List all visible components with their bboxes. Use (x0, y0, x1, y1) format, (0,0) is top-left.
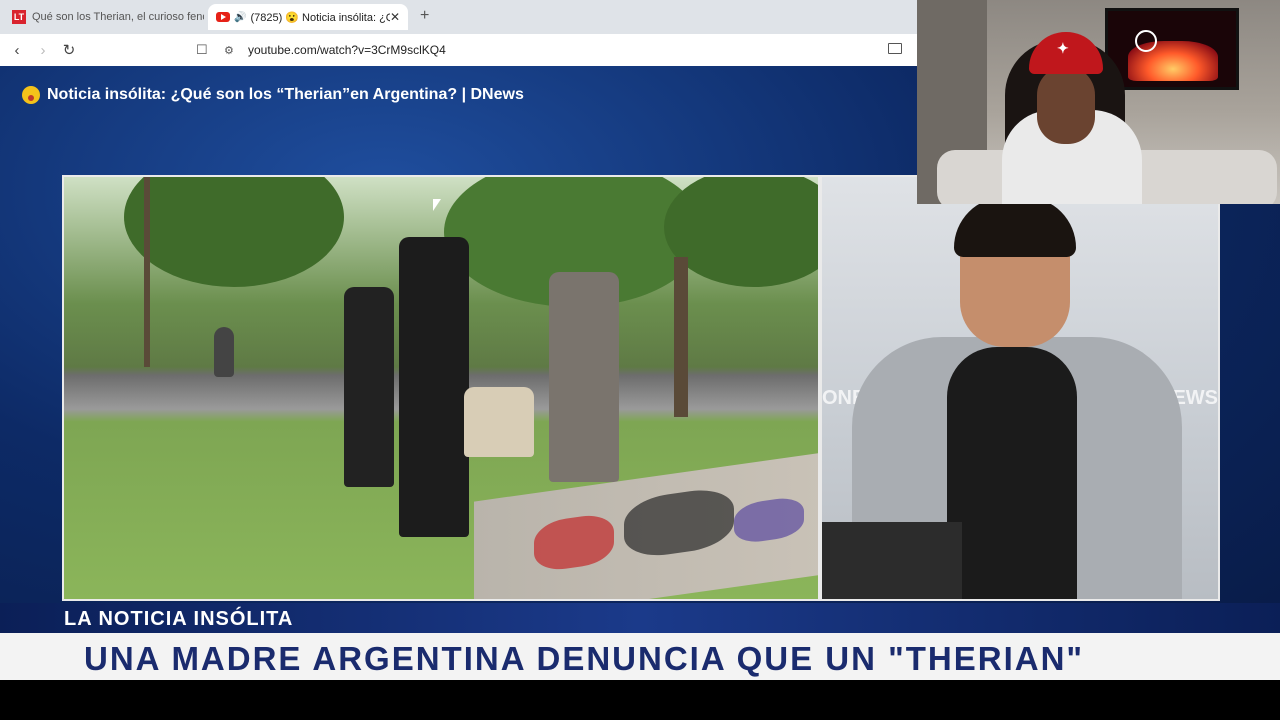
youtube-favicon (216, 12, 230, 22)
presenter-shirt (947, 347, 1077, 599)
lower-third-label-bar: LA NOTICIA INSÓLITA (0, 603, 1280, 633)
address-bar[interactable]: ☐ ⚙ youtube.com/watch?v=3CrM9sclKQ4 (196, 38, 906, 62)
tab-strip: LT Qué son los Therian, el curioso fenó … (0, 0, 917, 34)
presenter-hair (954, 197, 1076, 257)
headline-text: UNA MADRE ARGENTINA DENUNCIA QUE UN "THE… (84, 640, 1085, 677)
streamer-face (1037, 66, 1095, 144)
lamp-post (144, 177, 150, 367)
reload-icon[interactable]: ↻ (56, 37, 82, 63)
lower-third: LA NOTICIA INSÓLITA UNA MADRE ARGENTINA … (0, 603, 1280, 680)
astonished-emoji-icon (22, 86, 40, 104)
headline-bar: UNA MADRE ARGENTINA DENUNCIA QUE UN "THE… (0, 633, 1280, 680)
person-background (214, 327, 234, 377)
tab-title: Qué son los Therian, el curioso fenó (32, 11, 204, 23)
presenter-footage: ONE NEWS (822, 177, 1218, 599)
video-title-text: Noticia insólita: ¿Qué son los “Therian”… (47, 86, 524, 103)
tab-la-tercera[interactable]: LT Qué son los Therian, el curioso fenó (8, 4, 204, 30)
webcam-overlay: ✦ (917, 0, 1280, 204)
park-footage (64, 177, 818, 599)
video-title: Noticia insólita: ¿Qué son los “Therian”… (22, 86, 524, 104)
graffiti-tag (624, 485, 734, 561)
person-crawling (464, 387, 534, 457)
site-info-icon[interactable]: ⚙ (224, 44, 238, 57)
la-tercera-favicon: LT (12, 10, 26, 24)
ring-light-reflection (1135, 30, 1157, 52)
tab-title: (7825) 😮 Noticia insólita: ¿Q (250, 11, 390, 24)
person-long-coat (399, 237, 469, 537)
graffiti-tag (534, 511, 614, 574)
tree-canopy (124, 177, 344, 287)
laptop (822, 522, 962, 599)
cap-logo-icon: ✦ (1057, 40, 1069, 56)
close-icon[interactable]: ✕ (390, 10, 400, 24)
person-grey-shirt (549, 272, 619, 482)
back-icon[interactable]: ‹ (4, 37, 30, 63)
person-black-outfit (344, 287, 394, 487)
lower-third-label: LA NOTICIA INSÓLITA (64, 608, 294, 630)
browser-toolbar: ‹ › ↻ ☐ ⚙ youtube.com/watch?v=3CrM9sclKQ… (0, 34, 917, 66)
cast-icon[interactable] (888, 43, 902, 54)
graffiti-wall (474, 452, 818, 599)
bookmark-icon[interactable]: ☐ (196, 42, 212, 58)
url-text[interactable]: youtube.com/watch?v=3CrM9sclKQ4 (248, 43, 446, 57)
forward-icon[interactable]: › (30, 37, 56, 63)
tree-trunk (674, 257, 688, 417)
graffiti-tag (734, 495, 804, 546)
speaker-icon[interactable]: 🔊 (234, 12, 246, 23)
new-tab-icon[interactable]: + (420, 7, 429, 25)
news-split-frame: ONE NEWS (62, 175, 1220, 601)
letterbox-bottom (0, 680, 1280, 720)
fireplace-tv (1105, 8, 1239, 90)
tab-youtube-active[interactable]: 🔊 (7825) 😮 Noticia insólita: ¿Q ✕ (208, 4, 408, 30)
